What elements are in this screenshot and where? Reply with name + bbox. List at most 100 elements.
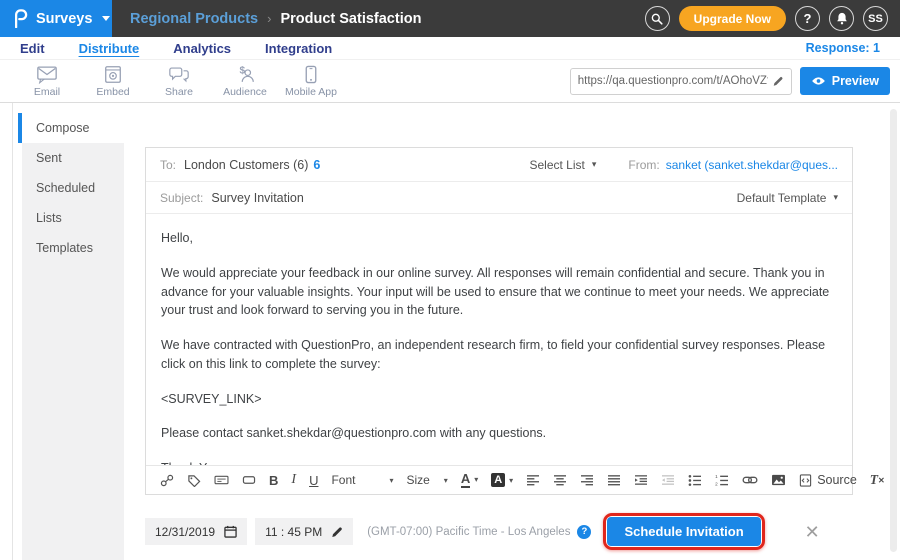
font-label: Font (331, 473, 355, 487)
sidebar-item-scheduled[interactable]: Scheduled (22, 173, 124, 203)
align-center-button[interactable] (553, 474, 567, 486)
breadcrumb-folder[interactable]: Regional Products (130, 11, 258, 27)
search-icon (651, 13, 663, 25)
recipient-count[interactable]: 6 (313, 158, 320, 172)
response-count[interactable]: Response: 1 (806, 41, 880, 55)
body-paragraph: <SURVEY_LINK> (161, 390, 837, 409)
sidebar-item-sent[interactable]: Sent (22, 143, 124, 173)
channel-audience[interactable]: $ Audience (212, 65, 278, 98)
email-body-editor[interactable]: Hello, We would appreciate your feedback… (146, 214, 852, 465)
schedule-invitation-button[interactable]: Schedule Invitation (607, 517, 760, 546)
calendar-icon (224, 525, 237, 538)
tab-analytics[interactable]: Analytics (173, 41, 231, 56)
upgrade-now-button[interactable]: Upgrade Now (679, 6, 786, 31)
tab-edit[interactable]: Edit (20, 41, 45, 56)
bullet-list-button[interactable] (688, 474, 702, 486)
channel-mobile-app[interactable]: Mobile App (278, 65, 344, 98)
numbered-list-button[interactable]: 12 (715, 474, 729, 486)
chevron-down-icon: ▾ (833, 192, 838, 203)
close-icon[interactable]: ✕ (805, 523, 820, 541)
questionpro-logo-icon (13, 9, 28, 28)
hyperlink-button[interactable] (742, 475, 758, 485)
insert-link-tool[interactable] (160, 474, 174, 487)
breadcrumb: Regional Products › Product Satisfaction… (112, 0, 900, 37)
survey-url-field[interactable]: https://qa.questionpro.com/t/AOhoVZfqml (570, 68, 792, 95)
subject-value[interactable]: Survey Invitation (211, 191, 303, 205)
body-paragraph: We would appreciate your feedback in our… (161, 264, 837, 320)
bold-button[interactable]: B (269, 473, 278, 488)
email-icon (36, 65, 58, 84)
body-paragraph: Please contact sanket.shekdar@questionpr… (161, 424, 837, 443)
svg-text:2: 2 (715, 482, 718, 486)
schedule-date-field[interactable]: 12/31/2019 (145, 518, 247, 545)
top-header: Surveys Regional Products › Product Sati… (0, 0, 900, 37)
source-label: Source (817, 473, 857, 487)
distribute-toolbar: Email Embed Share $ Audience (0, 60, 900, 103)
align-right-button[interactable] (580, 474, 594, 486)
avatar[interactable]: SS (863, 6, 888, 31)
svg-text:$: $ (240, 65, 246, 76)
from-value[interactable]: sanket (sanket.shekdar@ques... (666, 158, 838, 172)
channel-share[interactable]: Share (146, 65, 212, 98)
source-button[interactable]: Source (799, 473, 857, 487)
underline-button[interactable]: U (309, 473, 318, 488)
align-justify-button[interactable] (607, 474, 621, 486)
subject-label: Subject: (160, 191, 203, 205)
text-color-icon: A (461, 472, 470, 488)
align-left-button[interactable] (526, 474, 540, 486)
text-color-tool[interactable]: A ▾ (461, 472, 478, 488)
help-label: ? (804, 11, 812, 26)
distribute-email-content: Compose Sent Scheduled Lists Templates T… (0, 103, 900, 560)
header-actions: Upgrade Now ? SS (645, 6, 900, 31)
chevron-down-icon: ▾ (509, 476, 513, 485)
template-dropdown[interactable]: Default Template ▾ (737, 191, 838, 205)
channel-embed[interactable]: Embed (80, 65, 146, 98)
breadcrumb-separator: › (267, 11, 271, 26)
sidebar-item-lists[interactable]: Lists (22, 203, 124, 233)
chevron-down-icon (102, 16, 110, 21)
schedule-date: 12/31/2019 (155, 525, 215, 539)
search-button[interactable] (645, 6, 670, 31)
compose-card: To: London Customers (6) 6 Select List ▾… (145, 147, 853, 495)
schedule-time-field[interactable]: 11 : 45 PM (255, 518, 353, 545)
font-dropdown[interactable]: Font ▾ (331, 473, 393, 487)
edit-url-icon[interactable] (772, 75, 784, 87)
sidebar-item-compose[interactable]: Compose (18, 113, 124, 143)
product-switcher[interactable]: Surveys (0, 0, 112, 37)
avatar-initials: SS (868, 13, 883, 25)
channel-audience-label: Audience (223, 86, 267, 98)
questionpro-app: Surveys Regional Products › Product Sati… (0, 0, 900, 560)
insert-button-tool[interactable] (242, 474, 256, 486)
insert-field-tool[interactable] (214, 474, 229, 486)
sidebar-item-templates[interactable]: Templates (22, 233, 124, 263)
remove-format-button[interactable]: T✕ (870, 472, 885, 488)
mobile-app-icon (304, 65, 318, 84)
to-row: To: London Customers (6) 6 Select List ▾… (146, 148, 852, 182)
tab-distribute[interactable]: Distribute (79, 41, 140, 56)
chevron-down-icon: ▾ (474, 475, 478, 484)
merge-tag-tool[interactable] (187, 474, 201, 487)
outdent-button[interactable] (661, 474, 675, 486)
chevron-down-icon: ▾ (389, 476, 393, 485)
page-scrollbar[interactable] (890, 109, 897, 552)
survey-url: https://qa.questionpro.com/t/AOhoVZfqml (578, 75, 768, 87)
help-button[interactable]: ? (795, 6, 820, 31)
body-paragraph: Hello, (161, 229, 837, 248)
editor-toolbar: B I U Font ▾ Size ▾ A ▾ A ▾ (146, 465, 852, 494)
italic-button[interactable]: I (291, 472, 296, 488)
select-list-dropdown[interactable]: Select List ▾ (529, 158, 596, 172)
toolbar-right: https://qa.questionpro.com/t/AOhoVZfqml … (570, 67, 900, 95)
insert-image-button[interactable] (771, 474, 786, 486)
bg-color-tool[interactable]: A ▾ (491, 473, 513, 487)
tab-integration[interactable]: Integration (265, 41, 332, 56)
notifications-button[interactable] (829, 6, 854, 31)
channel-email-label: Email (34, 86, 60, 98)
timezone-help-icon[interactable]: ? (577, 525, 591, 539)
size-dropdown[interactable]: Size ▾ (406, 473, 447, 487)
bell-icon (836, 12, 848, 25)
preview-button[interactable]: Preview (800, 67, 890, 95)
size-label: Size (406, 473, 429, 487)
channel-email[interactable]: Email (14, 65, 80, 98)
to-value[interactable]: London Customers (6) (184, 158, 308, 172)
indent-button[interactable] (634, 474, 648, 486)
